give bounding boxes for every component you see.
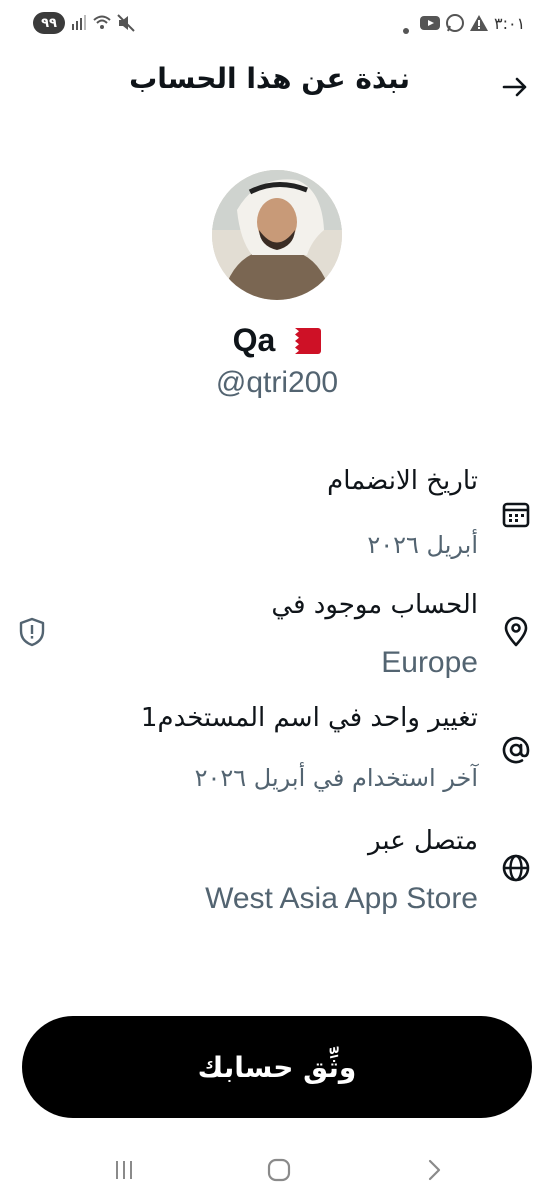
mute-icon bbox=[116, 13, 136, 37]
avatar[interactable] bbox=[212, 170, 342, 300]
warning-icon bbox=[469, 13, 489, 37]
arrow-right-icon bbox=[502, 77, 527, 97]
back-nav-button[interactable] bbox=[423, 1158, 447, 1186]
profile-handle: @qtri200 bbox=[215, 366, 339, 399]
chevron-right-icon bbox=[428, 1159, 441, 1181]
globe-icon bbox=[500, 852, 532, 884]
location-value: Europe bbox=[381, 646, 478, 679]
calendar-icon bbox=[500, 498, 532, 530]
profile-name: Qa bbox=[232, 322, 276, 358]
joined-label: تاريخ الانضمام bbox=[327, 466, 478, 496]
username-change-label: تغيير واحد في اسم المستخدم1 bbox=[140, 703, 478, 733]
at-sign-icon bbox=[500, 734, 532, 766]
page-title: نبذة عن هذا الحساب bbox=[129, 62, 410, 95]
battery-level: ٩٩ bbox=[41, 15, 57, 31]
location-pin-icon bbox=[500, 616, 532, 648]
home-icon bbox=[267, 1158, 291, 1182]
bahrain-flag-icon bbox=[285, 327, 322, 354]
home-button[interactable] bbox=[266, 1157, 292, 1187]
wifi-icon bbox=[92, 13, 112, 37]
status-time: ٣:٠١ bbox=[494, 14, 526, 33]
youtube-icon bbox=[419, 14, 441, 36]
verify-account-button[interactable]: وثِّق حسابك bbox=[22, 1016, 532, 1118]
location-label: الحساب موجود في bbox=[271, 590, 478, 620]
recent-apps-icon bbox=[116, 1161, 132, 1179]
verify-account-label: وثِّق حسابك bbox=[197, 1050, 357, 1084]
profile-photo bbox=[212, 170, 342, 300]
username-change-value: آخر استخدام في أبريل ٢٠٢٦ bbox=[194, 764, 478, 792]
recent-apps-button[interactable] bbox=[112, 1158, 136, 1186]
joined-value: أبريل ٢٠٢٦ bbox=[367, 531, 478, 559]
profile-name-row: Qa bbox=[0, 322, 554, 359]
dot-icon bbox=[402, 20, 410, 39]
shield-info-icon[interactable] bbox=[18, 617, 46, 647]
signal-icon bbox=[70, 12, 90, 38]
connected-label: متصل عبر bbox=[368, 826, 478, 856]
battery-indicator: ٩٩ bbox=[33, 12, 65, 34]
connected-value: West Asia App Store bbox=[205, 882, 478, 915]
whatsapp-icon bbox=[445, 13, 465, 37]
back-button[interactable] bbox=[500, 72, 530, 102]
